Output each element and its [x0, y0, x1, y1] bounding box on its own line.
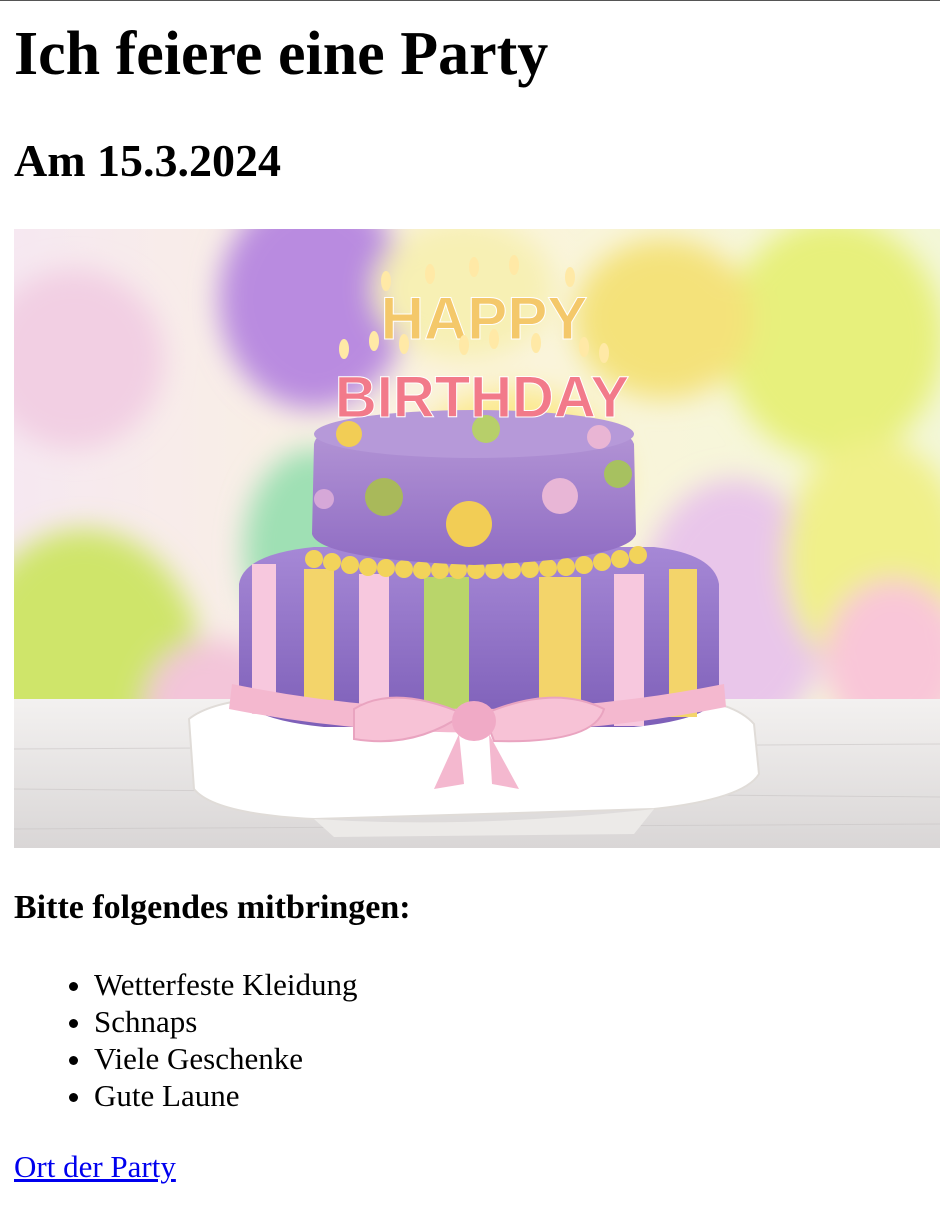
- list-item: Gute Laune: [94, 1077, 358, 1114]
- birthday-cake-image: HAPPY BIRTHDAY: [14, 229, 940, 848]
- list-item: Viele Geschenke: [94, 1040, 358, 1077]
- top-border: [0, 0, 940, 1]
- bring-list: Wetterfeste Kleidung Schnaps Viele Gesch…: [14, 966, 358, 1114]
- list-item: Schnaps: [94, 1003, 358, 1040]
- happy-topper: HAPPY: [381, 285, 588, 352]
- page-title: Ich feiere eine Party: [14, 20, 549, 88]
- list-item: Wetterfeste Kleidung: [94, 966, 358, 1003]
- birthday-topper: BIRTHDAY: [335, 365, 629, 430]
- party-location-link[interactable]: Ort der Party: [14, 1148, 176, 1185]
- bring-heading: Bitte folgendes mitbringen:: [14, 889, 411, 926]
- party-date: Am 15.3.2024: [14, 135, 282, 186]
